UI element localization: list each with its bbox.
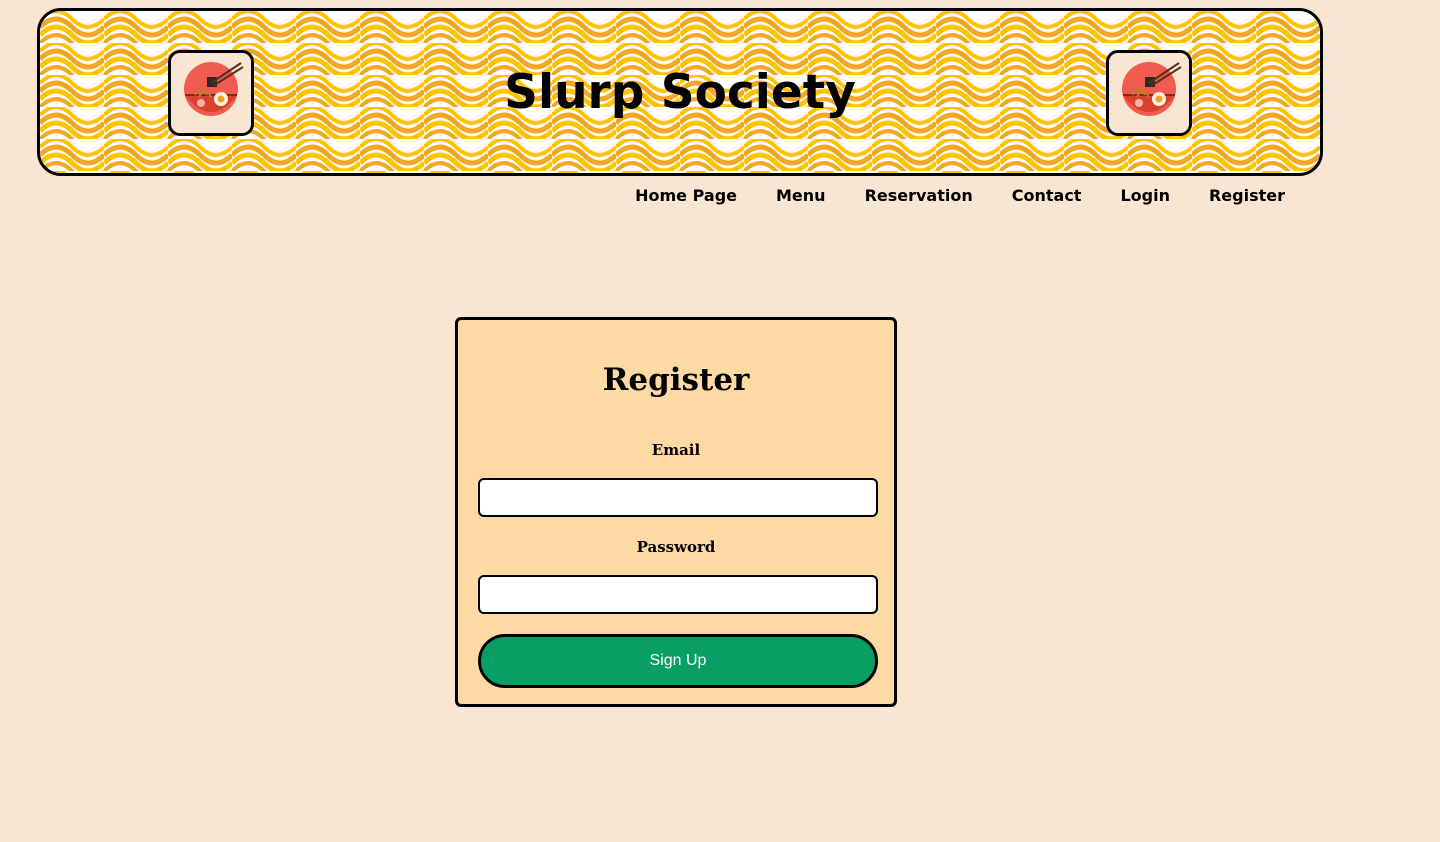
- ramen-bowl-icon: [1109, 53, 1189, 133]
- nav-contact[interactable]: Contact: [1012, 186, 1082, 206]
- form-title: Register: [602, 362, 750, 398]
- register-form: Register Email Password Sign Up: [455, 317, 897, 707]
- nav-home-page[interactable]: Home Page: [635, 186, 737, 206]
- email-label: Email: [651, 441, 701, 459]
- nav-login[interactable]: Login: [1120, 186, 1170, 206]
- email-field[interactable]: [478, 478, 878, 517]
- main-nav: Home Page Menu Reservation Contact Login…: [596, 186, 1285, 206]
- sign-up-button[interactable]: Sign Up: [478, 634, 878, 688]
- password-label: Password: [636, 538, 716, 556]
- nav-reservation[interactable]: Reservation: [865, 186, 973, 206]
- site-header: Slurp Society: [37, 8, 1323, 176]
- password-field[interactable]: [478, 575, 878, 614]
- logo-right[interactable]: [1106, 50, 1192, 136]
- nav-menu[interactable]: Menu: [776, 186, 826, 206]
- nav-register[interactable]: Register: [1209, 186, 1285, 206]
